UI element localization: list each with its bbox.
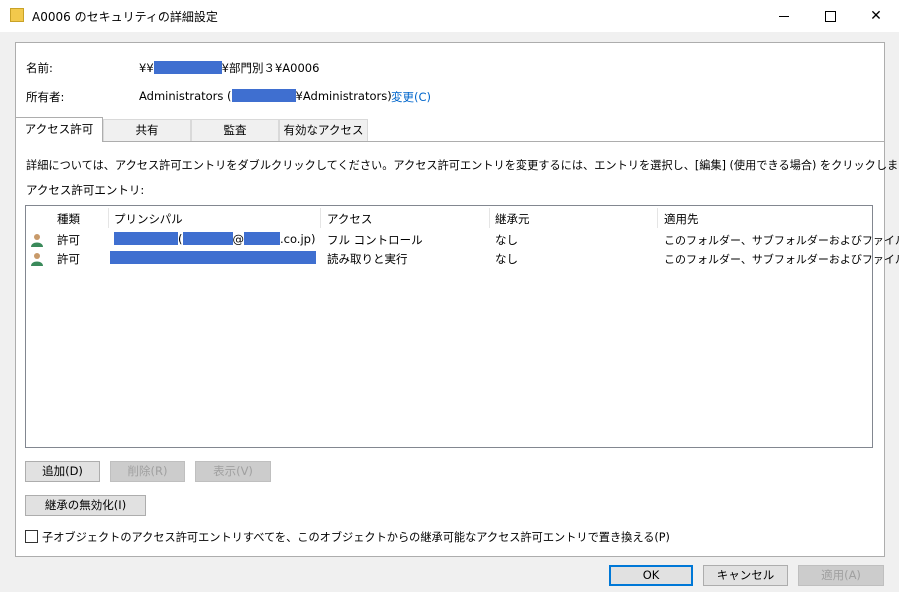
column-header-applies[interactable]: 適用先 [664, 211, 699, 227]
minimize-button[interactable] [761, 0, 807, 32]
owner-suffix: ¥Administrators) [295, 89, 392, 103]
owner-value: Administrators ( ¥Administrators) [139, 89, 392, 103]
redaction [153, 61, 222, 74]
column-header-inherited[interactable]: 継承元 [495, 211, 530, 227]
maximize-button[interactable] [807, 0, 853, 32]
replace-permissions-label[interactable]: 子オブジェクトのアクセス許可エントリすべてを、このオブジェクトからの継承可能なア… [42, 529, 670, 545]
column-header-access[interactable]: アクセス [327, 211, 372, 227]
user-icon [31, 234, 43, 247]
column-separator [108, 208, 109, 228]
name-prefix: ¥¥ [139, 61, 154, 75]
disable-inheritance-button[interactable]: 継承の無効化(I) [25, 495, 146, 516]
close-icon: ✕ [870, 8, 882, 24]
column-header-type[interactable]: 種類 [57, 211, 80, 227]
row-access: フル コントロール [327, 233, 423, 247]
redaction [110, 251, 316, 264]
name-suffix: ¥部門別３¥A0006 [221, 61, 320, 75]
tab-effective-access[interactable]: 有効なアクセス [279, 119, 368, 141]
ok-button[interactable]: OK [609, 565, 693, 586]
window-title: A0006 のセキュリティの詳細設定 [32, 10, 218, 24]
close-button[interactable]: ✕ [853, 0, 899, 32]
principal-part: @ [232, 232, 245, 246]
tab-divider [15, 141, 885, 142]
name-label: 名前: [26, 61, 53, 75]
remove-button[interactable]: 削除(R) [110, 461, 185, 482]
column-separator [657, 208, 658, 228]
row-applies: このフォルダー、サブフォルダーおよびファイル [664, 234, 899, 247]
cancel-button[interactable]: キャンセル [703, 565, 788, 586]
folder-icon [10, 8, 24, 22]
tab-auditing[interactable]: 監査 [191, 119, 279, 141]
row-type: 許可 [57, 233, 80, 247]
change-owner-link[interactable]: 変更(C) [391, 89, 431, 105]
owner-prefix: Administrators ( [139, 89, 232, 103]
name-value: ¥¥ ¥部門別３¥A0006 [139, 60, 319, 76]
view-button[interactable]: 表示(V) [195, 461, 271, 482]
column-separator [320, 208, 321, 228]
tab-permissions[interactable]: アクセス許可 [15, 117, 103, 142]
row-principal [110, 251, 316, 265]
redaction [182, 232, 233, 245]
redaction [231, 89, 296, 102]
row-inherited: なし [495, 252, 518, 266]
column-separator [489, 208, 490, 228]
instructions-text: 詳細については、アクセス許可エントリをダブルクリックしてください。アクセス許可エ… [26, 159, 899, 172]
owner-label: 所有者: [26, 90, 65, 104]
maximize-icon [824, 10, 836, 22]
replace-permissions-checkbox[interactable] [25, 530, 38, 543]
column-header-principal[interactable]: プリンシパル [114, 211, 183, 227]
row-type: 許可 [57, 252, 80, 266]
row-access: 読み取りと実行 [327, 252, 408, 266]
title-bar: A0006 のセキュリティの詳細設定 ✕ [0, 0, 899, 32]
table-row[interactable]: 許可 読み取りと実行 なし このフォルダー、サブフォルダーおよびファイル [26, 250, 899, 268]
redaction [114, 232, 178, 245]
apply-button[interactable]: 適用(A) [798, 565, 884, 586]
table-row[interactable]: 許可 (@ .co.jp) フル コントロール なし このフォルダー、サブフォルダ… [26, 231, 899, 249]
tab-sharing[interactable]: 共有 [103, 119, 191, 141]
user-icon [31, 253, 43, 266]
minimize-icon [779, 15, 789, 17]
add-button[interactable]: 追加(D) [25, 461, 100, 482]
principal-part: .co.jp) [280, 232, 316, 246]
redaction [244, 232, 280, 245]
row-principal: (@ .co.jp) [114, 232, 315, 246]
row-inherited: なし [495, 233, 518, 247]
entries-label: アクセス許可エントリ: [26, 183, 145, 197]
row-applies: このフォルダー、サブフォルダーおよびファイル [664, 253, 899, 266]
